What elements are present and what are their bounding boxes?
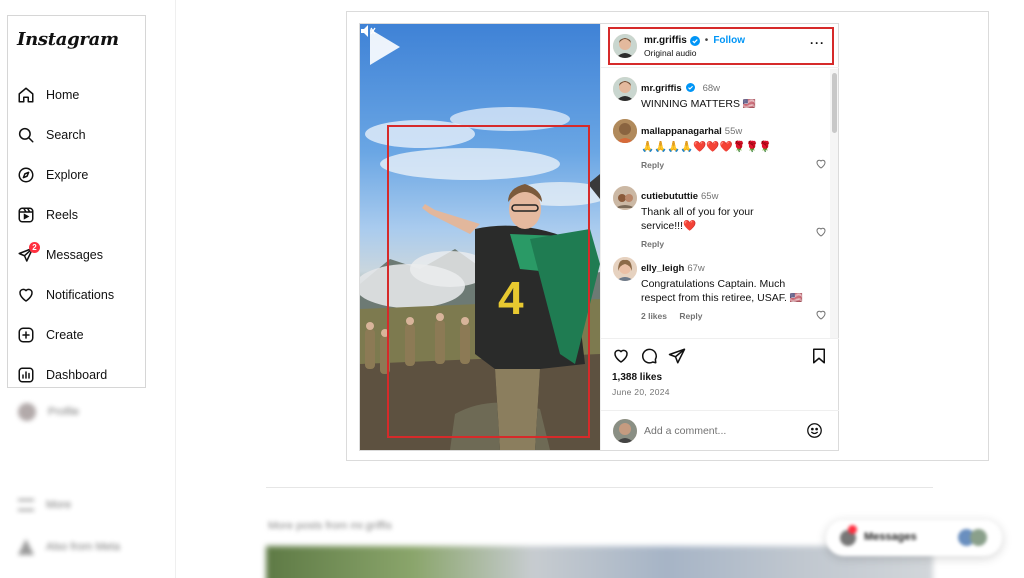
- plus-square-icon: [17, 326, 35, 344]
- search-icon: [17, 126, 35, 144]
- compass-icon: [17, 166, 35, 184]
- messages-pill[interactable]: Messages: [826, 520, 1002, 556]
- caption: mr.griffis 68w WINNING MATTERS 🇺🇸: [641, 78, 839, 111]
- username-link[interactable]: mr.griffis: [644, 35, 687, 46]
- more-posts-heading[interactable]: More posts from mr.griffis: [268, 520, 392, 532]
- mute-icon[interactable]: [360, 24, 376, 38]
- share-icon[interactable]: [668, 347, 686, 365]
- comment-item: cutiebututtie 65w Thank all of you for yo…: [641, 186, 839, 249]
- comment-username[interactable]: mallappanagarhal: [641, 126, 722, 137]
- sidebar-item-create[interactable]: Create: [17, 323, 84, 347]
- more-options-icon[interactable]: ···: [810, 36, 825, 50]
- comment-item: elly_leigh 67w Congratulations Captain. M…: [641, 258, 839, 321]
- post-details-panel: mr.griffis • Follow Original audio ··· m…: [600, 24, 839, 450]
- sidebar-item-dashboard[interactable]: Dashboard: [17, 363, 107, 387]
- comment-like-icon[interactable]: [815, 158, 827, 170]
- sidebar-item-notifications[interactable]: Notifications: [17, 283, 114, 307]
- messenger-icon: 2: [17, 242, 40, 264]
- comment-time[interactable]: 67w: [687, 263, 704, 274]
- sidebar-item-label: Explore: [46, 168, 89, 182]
- avatar[interactable]: [613, 186, 637, 210]
- avatar: [970, 529, 987, 546]
- sidebar-item-label: Reels: [46, 208, 78, 222]
- home-icon: [17, 86, 35, 104]
- comment-likes-count[interactable]: 2 likes: [641, 311, 667, 321]
- comment-username[interactable]: mr.griffis: [641, 83, 682, 94]
- reels-icon: [17, 206, 35, 224]
- follow-button[interactable]: Follow: [713, 35, 745, 46]
- reply-button[interactable]: Reply: [679, 311, 702, 321]
- avatar[interactable]: [613, 77, 637, 101]
- sidebar-item-search[interactable]: Search: [17, 123, 86, 147]
- separator-dot: •: [704, 35, 709, 46]
- highlight-box: [387, 125, 590, 438]
- heart-icon: [17, 286, 35, 304]
- messages-badge: [848, 525, 857, 534]
- comment-text: Thank all of you for your service!!!❤️: [641, 206, 754, 232]
- add-comment-bar: Add a comment...: [601, 410, 839, 450]
- comment-time[interactable]: 65w: [701, 191, 718, 202]
- nav-menu: Instagram Home Search Explore Reels 2 Me…: [7, 15, 146, 388]
- post-card: 4 mr.griffis • Follow Original audio ···: [359, 23, 839, 451]
- sidebar-item-label: Create: [46, 328, 84, 342]
- post-date[interactable]: June 20, 2024: [612, 387, 670, 397]
- sidebar-item-label: Notifications: [46, 288, 115, 302]
- header-highlight-box: [608, 27, 834, 65]
- sidebar-item-more[interactable]: More: [18, 499, 71, 511]
- profile-avatar-icon: [18, 403, 36, 421]
- comment-username[interactable]: cutiebututtie: [641, 191, 698, 202]
- sidebar-item-also-from-meta[interactable]: Also from Meta: [18, 539, 120, 555]
- comment-like-icon[interactable]: [815, 309, 827, 321]
- post-author: mr.griffis • Follow: [644, 35, 745, 46]
- save-icon[interactable]: [810, 347, 828, 365]
- comment-like-icon[interactable]: [815, 226, 827, 238]
- comment-text: Congratulations Captain. Much respect fr…: [641, 278, 803, 304]
- avatar[interactable]: [613, 257, 637, 281]
- sidebar-item-explore[interactable]: Explore: [17, 163, 88, 187]
- messages-pill-label: Messages: [864, 531, 917, 543]
- post-header: mr.griffis • Follow Original audio ···: [601, 24, 839, 68]
- comment-icon[interactable]: [640, 347, 658, 365]
- like-icon[interactable]: [612, 347, 630, 365]
- messages-badge: 2: [29, 242, 40, 253]
- reply-button[interactable]: Reply: [641, 239, 664, 249]
- divider: [266, 487, 933, 488]
- sidebar-item-label: More: [46, 499, 72, 511]
- avatar[interactable]: [613, 119, 637, 143]
- sidebar-item-label: Home: [46, 88, 80, 102]
- post-actions: [611, 347, 831, 367]
- audio-label[interactable]: Original audio: [644, 48, 696, 58]
- verified-icon: [686, 83, 696, 92]
- comment-time[interactable]: 68w: [703, 83, 720, 94]
- sidebar-item-label: Also from Meta: [46, 541, 120, 553]
- sidebar-item-label: Dashboard: [46, 368, 108, 382]
- avatar[interactable]: [613, 34, 637, 58]
- avatar: [613, 419, 637, 443]
- likes-count[interactable]: 1,388 likes: [612, 372, 662, 383]
- sidebar-item-label: Profile: [48, 406, 80, 418]
- comment-text: 🙏🙏🙏🙏❤️❤️❤️🌹🌹🌹: [641, 141, 772, 153]
- comment-username[interactable]: elly_leigh: [641, 263, 684, 274]
- emoji-icon[interactable]: [806, 422, 823, 439]
- menu-icon: [18, 499, 34, 511]
- dashboard-icon: [17, 366, 35, 384]
- reel-video[interactable]: 4: [360, 24, 600, 450]
- sidebar-item-reels[interactable]: Reels: [17, 203, 78, 227]
- sidebar: Instagram Home Search Explore Reels 2 Me…: [0, 0, 176, 578]
- sidebar-item-messages[interactable]: 2 Messages: [17, 242, 103, 267]
- reply-button[interactable]: Reply: [641, 160, 664, 170]
- comment-item: mallappanagarhal 55w 🙏🙏🙏🙏❤️❤️❤️🌹🌹🌹 Reply: [641, 121, 839, 170]
- comment-time[interactable]: 55w: [725, 126, 742, 137]
- sidebar-item-label: Messages: [46, 248, 103, 262]
- verified-icon: [689, 35, 700, 46]
- sidebar-item-label: Search: [46, 128, 86, 142]
- caption-text: WINNING MATTERS 🇺🇸: [641, 98, 756, 110]
- sidebar-item-home[interactable]: Home: [17, 83, 79, 107]
- comments-list[interactable]: mr.griffis 68w WINNING MATTERS 🇺🇸 mallap…: [601, 69, 839, 339]
- add-comment-input[interactable]: Add a comment...: [644, 425, 726, 437]
- instagram-logo[interactable]: Instagram: [17, 29, 119, 50]
- meta-icon: [18, 539, 34, 555]
- sidebar-item-profile[interactable]: Profile: [18, 403, 79, 421]
